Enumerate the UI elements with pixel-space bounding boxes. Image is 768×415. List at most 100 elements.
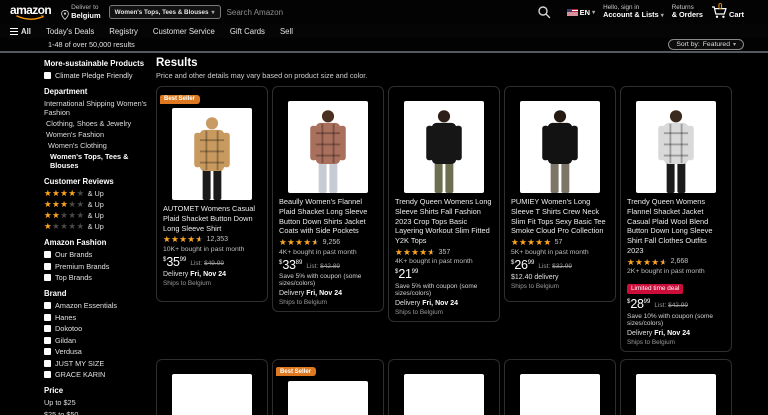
filter-checkbox-option[interactable]: GRACE KARIN bbox=[44, 370, 154, 379]
filter-checkbox-option[interactable]: Our Brands bbox=[44, 250, 154, 259]
filter-heading-price: Price bbox=[44, 386, 154, 395]
list-price-value: $42.99 bbox=[668, 302, 688, 309]
product-rating[interactable]: ★★★★★★★★★★2,668 bbox=[627, 258, 725, 267]
product-title[interactable]: Beaully Women's Flannel Plaid Shacket Lo… bbox=[279, 197, 377, 236]
product-info: AUTOMET Womens Casual Plaid Shacket Butt… bbox=[157, 204, 267, 287]
filter-checkbox-option[interactable]: Dokotoo bbox=[44, 324, 154, 333]
review-count[interactable]: 357 bbox=[439, 249, 451, 256]
department-item[interactable]: Women's Clothing bbox=[44, 141, 154, 150]
product-card[interactable]: Best SellerAUTOMET Womens Casual Plaid S… bbox=[156, 86, 268, 302]
filter-link[interactable]: $25 to $50 bbox=[44, 410, 154, 415]
filter-checkbox-option[interactable]: Gildan bbox=[44, 336, 154, 345]
nav-link[interactable]: Customer Service bbox=[153, 27, 215, 36]
cart-button[interactable]: 0 Cart bbox=[711, 5, 744, 19]
language-selector[interactable]: EN ▾ bbox=[567, 8, 595, 17]
filter-checkbox-option[interactable]: Premium Brands bbox=[44, 262, 154, 271]
price-fraction: 99 bbox=[412, 269, 419, 275]
product-card[interactable]: Beaully Women's Flannel Plaid Shacket Lo… bbox=[272, 86, 384, 312]
price-whole: 21 bbox=[398, 268, 411, 281]
product-card[interactable]: Best Seller bbox=[272, 359, 384, 415]
product-card[interactable] bbox=[156, 359, 268, 415]
amazon-logo-text: amazon bbox=[10, 5, 51, 15]
search-input[interactable] bbox=[221, 5, 529, 19]
delivery-info: $12.40 delivery bbox=[511, 274, 609, 281]
filter-link[interactable]: Up to $25 bbox=[44, 398, 154, 407]
checkbox-icon bbox=[44, 302, 51, 309]
star-filter-row[interactable]: ★★★★★★★★★★& Up bbox=[44, 222, 154, 231]
product-card[interactable] bbox=[620, 359, 732, 415]
nav-link[interactable]: Registry bbox=[109, 27, 138, 36]
list-price-value: $49.99 bbox=[204, 260, 224, 267]
nav-link[interactable]: Today's Deals bbox=[46, 27, 94, 36]
department-item[interactable]: International Shipping Women's Fashion bbox=[44, 99, 154, 117]
results-title: Results bbox=[156, 57, 762, 69]
nav-link[interactable]: Gift Cards bbox=[230, 27, 265, 36]
product-image[interactable] bbox=[288, 381, 368, 415]
product-info: Trendy Queen Womens Flannel Shacket Jack… bbox=[621, 197, 731, 346]
review-count[interactable]: 57 bbox=[555, 239, 563, 246]
product-image[interactable] bbox=[636, 101, 716, 193]
list-price: List: $32.99 bbox=[538, 263, 572, 270]
product-card[interactable]: PUMIEY Women's Long Sleeve T Shirts Crew… bbox=[504, 86, 616, 302]
product-image[interactable] bbox=[172, 108, 252, 200]
search-icon[interactable] bbox=[537, 5, 551, 19]
product-title[interactable]: Trendy Queen Womens Long Sleeve Shirts F… bbox=[395, 197, 493, 246]
filter-checkbox-option[interactable]: Top Brands bbox=[44, 273, 154, 282]
filter-option-label: Gildan bbox=[55, 336, 76, 345]
product-rating[interactable]: ★★★★★★★★★★9,256 bbox=[279, 238, 377, 247]
review-count[interactable]: 9,256 bbox=[323, 239, 341, 246]
product-title[interactable]: Trendy Queen Womens Flannel Shacket Jack… bbox=[627, 197, 725, 256]
filter-checkbox-option[interactable]: Climate Pledge Friendly bbox=[44, 71, 154, 80]
product-image[interactable] bbox=[404, 374, 484, 415]
returns-orders[interactable]: Returns & Orders bbox=[672, 4, 703, 20]
department-item[interactable]: Clothing, Shoes & Jewelry bbox=[44, 119, 154, 128]
filter-checkbox-option[interactable]: JUST MY SIZE bbox=[44, 359, 154, 368]
product-rating[interactable]: ★★★★★★★★★★57 bbox=[511, 238, 609, 247]
product-price[interactable]: $3599List: $49.99 bbox=[163, 256, 261, 269]
search-category-dropdown[interactable]: Women's Tops, Tees & Blouses ▾ bbox=[109, 5, 221, 19]
product-image[interactable] bbox=[172, 374, 252, 415]
results-sub-bar: 1-48 of over 50,000 results Sort by: Fea… bbox=[0, 38, 768, 53]
department-list: International Shipping Women's Fashion Cl… bbox=[44, 99, 154, 170]
product-image[interactable] bbox=[636, 374, 716, 415]
location-pin-icon bbox=[61, 10, 69, 20]
filter-checkbox-option[interactable]: Hanes bbox=[44, 313, 154, 322]
product-image[interactable] bbox=[404, 101, 484, 193]
department-item[interactable]: Women's Tops, Tees & Blouses bbox=[44, 152, 154, 170]
account-menu[interactable]: Hello, sign in Account & Lists ▾ bbox=[603, 4, 664, 20]
star-rating-icon: ★★★★★★★★★★ bbox=[44, 222, 85, 231]
star-filter-row[interactable]: ★★★★★★★★★★& Up bbox=[44, 211, 154, 220]
product-image[interactable] bbox=[520, 101, 600, 193]
sort-dropdown[interactable]: Sort by: Featured ▾ bbox=[668, 39, 744, 50]
search-category-label: Women's Tops, Tees & Blouses bbox=[115, 9, 209, 16]
product-rating[interactable]: ★★★★★★★★★★357 bbox=[395, 248, 493, 257]
product-image[interactable] bbox=[288, 101, 368, 193]
product-price[interactable]: $2199 bbox=[395, 268, 493, 281]
product-card[interactable] bbox=[388, 359, 500, 415]
nav-link[interactable]: Sell bbox=[280, 27, 293, 36]
product-card[interactable]: Trendy Queen Womens Flannel Shacket Jack… bbox=[620, 86, 732, 352]
product-title[interactable]: AUTOMET Womens Casual Plaid Shacket Butt… bbox=[163, 204, 261, 233]
product-price[interactable]: $3389List: $42.89 bbox=[279, 259, 377, 272]
review-count[interactable]: 12,353 bbox=[207, 236, 228, 243]
nav-all-menu[interactable]: All bbox=[10, 27, 31, 36]
filter-checkbox-option[interactable]: Verdusa bbox=[44, 347, 154, 356]
deliver-to-button[interactable]: Deliver to Belgium bbox=[61, 4, 101, 20]
star-filter-row[interactable]: ★★★★★★★★★★& Up bbox=[44, 200, 154, 209]
amazon-logo[interactable]: amazon bbox=[8, 5, 53, 20]
product-price[interactable]: $2699List: $32.99 bbox=[511, 259, 609, 272]
top-header: amazon Deliver to Belgium Women's Tops, … bbox=[0, 0, 768, 24]
product-card[interactable]: Trendy Queen Womens Long Sleeve Shirts F… bbox=[388, 86, 500, 322]
star-rating-icon: ★★★★★★★★★★ bbox=[279, 238, 320, 247]
product-rating[interactable]: ★★★★★★★★★★12,353 bbox=[163, 235, 261, 244]
filter-option-label: Premium Brands bbox=[55, 262, 109, 271]
product-grid-row-2: Best Seller bbox=[156, 359, 762, 415]
product-card[interactable] bbox=[504, 359, 616, 415]
star-filter-row[interactable]: ★★★★★★★★★★& Up bbox=[44, 189, 154, 198]
product-image[interactable] bbox=[520, 374, 600, 415]
product-title[interactable]: PUMIEY Women's Long Sleeve T Shirts Crew… bbox=[511, 197, 609, 236]
product-price[interactable]: $2899List: $42.99 bbox=[627, 298, 725, 311]
review-count[interactable]: 2,668 bbox=[671, 258, 689, 265]
filter-checkbox-option[interactable]: Amazon Essentials bbox=[44, 301, 154, 310]
department-item[interactable]: Women's Fashion bbox=[44, 130, 154, 139]
